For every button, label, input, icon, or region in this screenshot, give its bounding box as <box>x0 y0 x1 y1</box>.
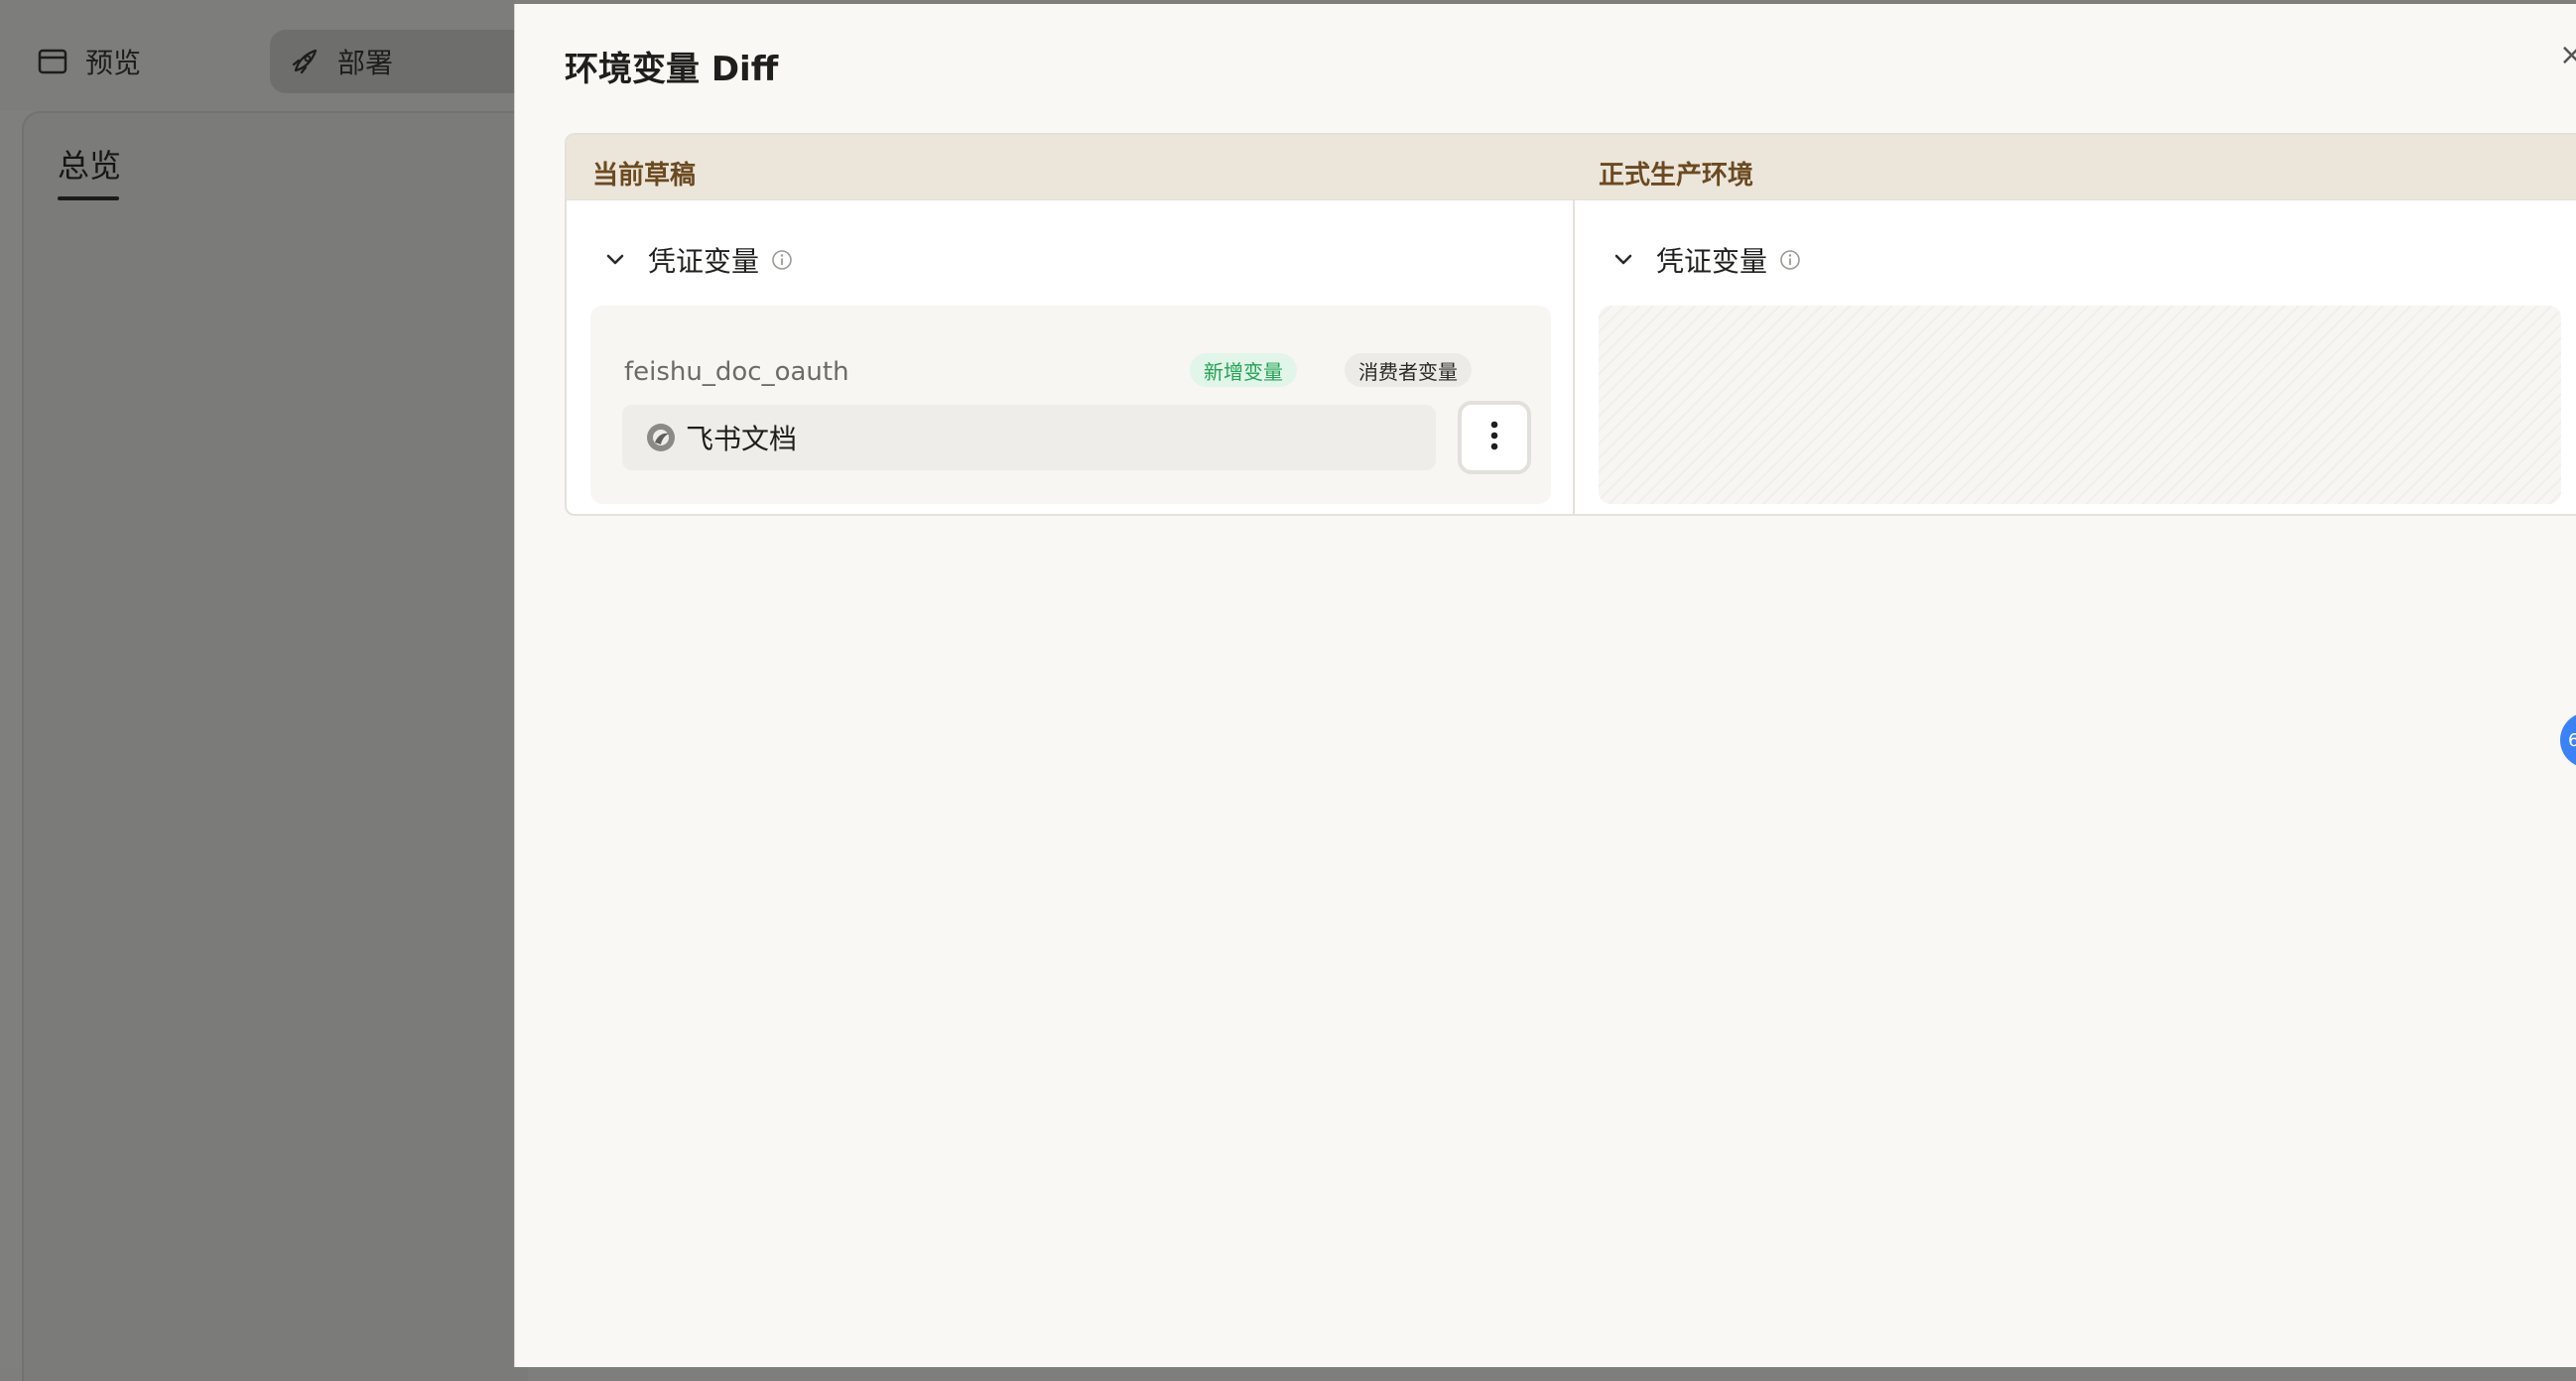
diff-header: 当前草稿 正式生产环境 <box>567 135 2576 200</box>
variable-value: 飞书文档 <box>686 423 798 455</box>
chevron-down-icon <box>1610 247 1636 273</box>
variable-value-field[interactable]: 飞书文档 <box>622 405 1436 470</box>
chevron-down-icon <box>602 247 628 273</box>
variable-name: feishu_doc_oauth <box>624 357 849 387</box>
empty-placeholder <box>1599 306 2561 504</box>
tab-active-indicator <box>58 196 119 200</box>
top-nav: 预览 部署 <box>0 0 528 111</box>
drawer-title: 环境变量 Diff <box>565 50 779 89</box>
overview-panel: 总览 <box>22 111 528 1381</box>
close-icon[interactable]: × <box>2559 38 2576 72</box>
tab-deploy[interactable]: 部署 <box>270 30 528 93</box>
info-icon[interactable] <box>771 249 793 271</box>
tab-deploy-label: 部署 <box>337 47 394 79</box>
tab-preview[interactable]: 预览 <box>36 30 141 93</box>
column-title-production: 正式生产环境 <box>1599 161 1754 190</box>
env-diff-drawer: 环境变量 Diff × 当前草稿 正式生产环境 凭证变量 feishu_doc_… <box>514 4 2576 1367</box>
section-label: 凭证变量 <box>648 245 760 278</box>
more-vertical-icon <box>1489 420 1499 455</box>
rocket-icon <box>288 45 322 78</box>
more-options-button[interactable] <box>1458 401 1531 474</box>
type-badge-consumer: 消费者变量 <box>1345 353 1472 387</box>
column-divider <box>1573 200 1575 514</box>
section-toggle-credentials-draft[interactable]: 凭证变量 <box>602 240 793 280</box>
window-icon <box>36 45 69 78</box>
diff-table: 当前草稿 正式生产环境 凭证变量 feishu_doc_oauth 新增变量 消… <box>565 133 2576 516</box>
variable-card: feishu_doc_oauth 新增变量 消费者变量 飞书文档 <box>590 306 1551 504</box>
tab-preview-label: 预览 <box>85 47 142 79</box>
tab-overview[interactable]: 总览 <box>58 141 121 187</box>
feishu-doc-icon <box>644 421 678 454</box>
column-title-draft: 当前草稿 <box>592 161 697 190</box>
section-toggle-credentials-production[interactable]: 凭证变量 <box>1610 240 1801 280</box>
status-badge-new: 新增变量 <box>1190 353 1297 387</box>
info-icon[interactable] <box>1779 249 1801 271</box>
section-label: 凭证变量 <box>1656 245 1768 278</box>
